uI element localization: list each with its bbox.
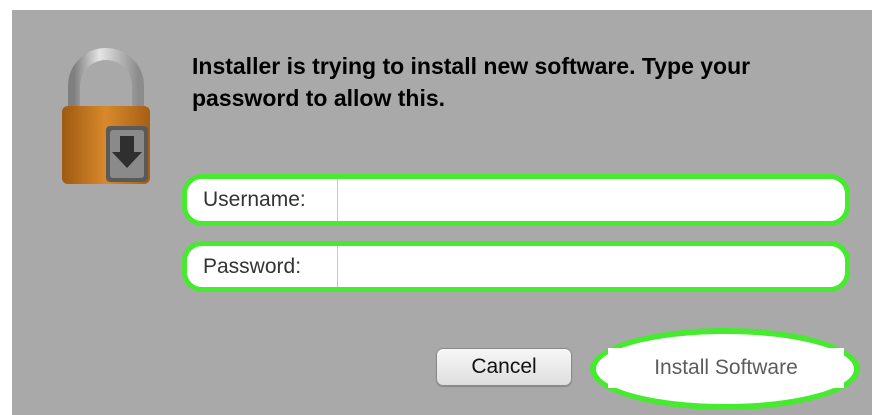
username-field[interactable]: Username: [182,174,850,226]
password-field[interactable]: Password: [182,241,850,292]
lock-install-icon [62,48,150,184]
authentication-dialog: Installer is trying to install new softw… [12,10,872,415]
username-label: Username: [203,188,306,211]
dialog-message: Installer is trying to install new softw… [192,53,751,111]
username-input[interactable] [338,179,845,221]
password-label: Password: [203,254,302,278]
cancel-button[interactable]: Cancel [436,348,572,386]
install-software-button[interactable]: Install Software [608,348,844,388]
password-input[interactable] [338,246,845,287]
